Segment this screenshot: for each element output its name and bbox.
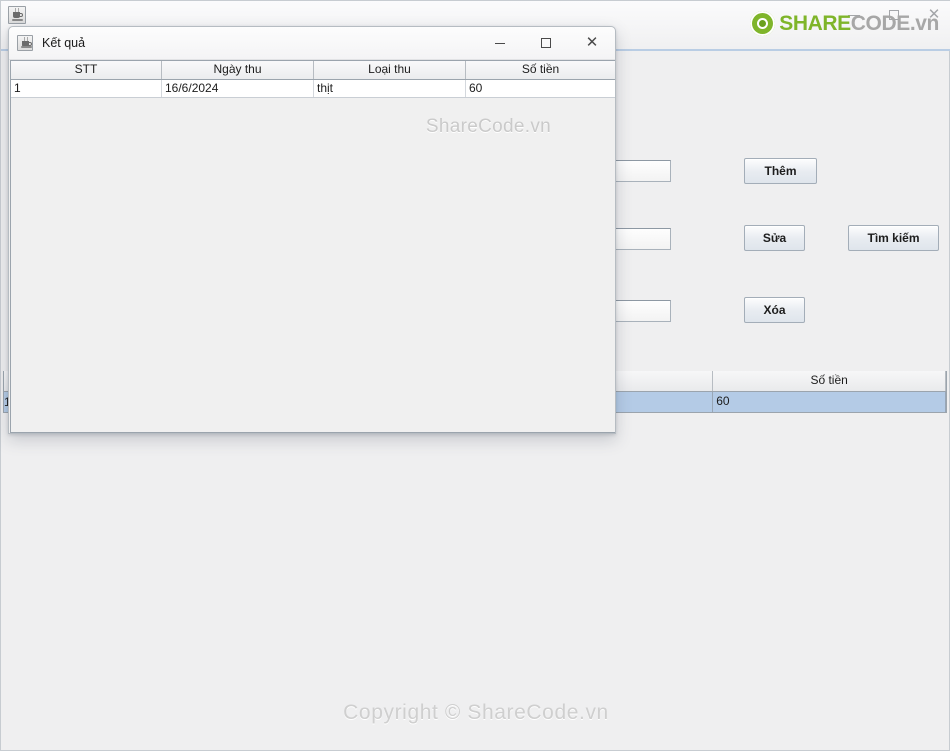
dialog-table-header-row: STT Ngày thu Loại thu Số tiền xyxy=(11,61,615,80)
copyright-watermark: Copyright © ShareCode.vn xyxy=(343,701,609,724)
dialog-table-header-loai-thu: Loại thu xyxy=(314,61,466,79)
dialog-cell-so-tien: 60 xyxy=(469,81,483,95)
dialog-table-header-so-tien: Số tiền xyxy=(521,62,560,76)
ket-qua-dialog[interactable]: Kết quả ✕ STT Ngày thu Loại thu Số tiền … xyxy=(8,26,616,434)
dialog-cell-loai-thu: thịt xyxy=(314,80,466,97)
sharecode-logo-text: SHARECODE.vn xyxy=(779,13,939,34)
background-table-header-so-tien: Số tiền xyxy=(713,371,946,391)
dialog-sharecode-watermark: ShareCode.vn xyxy=(425,116,551,137)
logo-text-code: CODE xyxy=(850,11,910,35)
dialog-results-table[interactable]: STT Ngày thu Loại thu Số tiền 1 16/6/202… xyxy=(11,61,615,432)
edit-button[interactable]: Sửa xyxy=(744,225,805,251)
dialog-table-header-ngay-thu: Ngày thu xyxy=(162,61,314,79)
logo-text-vn: .vn xyxy=(909,11,940,35)
dialog-table-header-stt: STT xyxy=(11,61,162,79)
dialog-titlebar[interactable]: Kết quả ✕ xyxy=(9,27,615,60)
search-button[interactable]: Tìm kiếm xyxy=(848,225,939,251)
add-button[interactable]: Thêm xyxy=(744,158,817,184)
close-glyph: ✕ xyxy=(585,34,599,51)
background-cell-so-tien: 60 xyxy=(713,392,946,412)
dialog-title: Kết quả xyxy=(42,36,86,50)
java-coffee-cup-icon xyxy=(8,6,26,24)
logo-text-share: SHARE xyxy=(779,11,851,35)
close-icon[interactable]: ✕ xyxy=(569,27,615,59)
dialog-body: STT Ngày thu Loại thu Số tiền 1 16/6/202… xyxy=(10,60,615,433)
maximize-icon[interactable] xyxy=(523,27,569,59)
java-coffee-cup-icon xyxy=(17,35,33,51)
dialog-table-empty-area: ShareCode.vn xyxy=(11,98,615,432)
dialog-window-controls[interactable]: ✕ xyxy=(477,27,615,59)
sharecode-logo-watermark: SHARECODE.vn xyxy=(750,10,939,36)
desktop-backdrop: ✕ SHARECODE.vn Thêm Sửa Xóa Tìm kiếm Số … xyxy=(0,0,950,751)
dialog-cell-stt: 1 xyxy=(11,80,162,97)
minimize-icon[interactable] xyxy=(477,27,523,59)
sharecode-mark-icon xyxy=(750,10,776,36)
delete-button[interactable]: Xóa xyxy=(744,297,805,323)
dialog-cell-ngay-thu: 16/6/2024 xyxy=(162,80,314,97)
table-row[interactable]: 1 16/6/2024 thịt 60 xyxy=(11,80,615,98)
